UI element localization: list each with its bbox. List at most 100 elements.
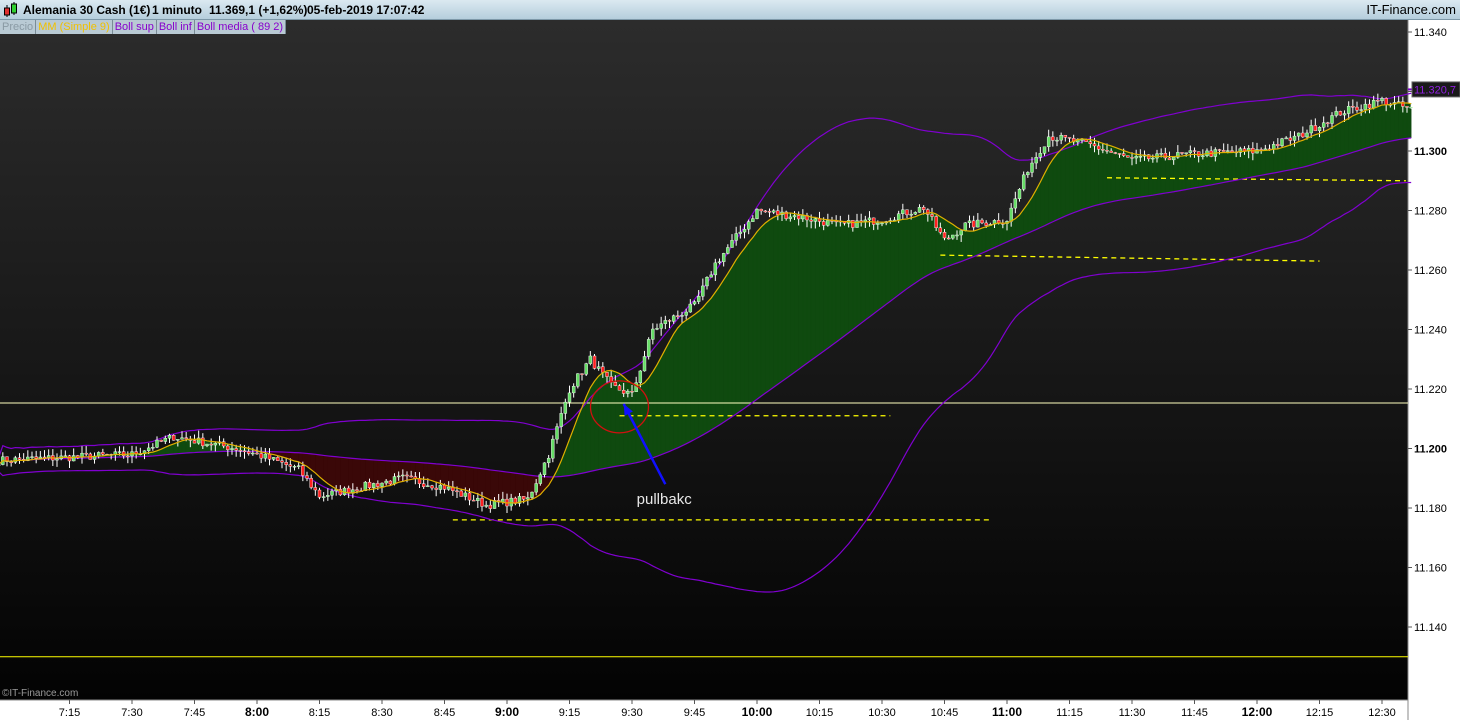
candle-body — [1134, 156, 1138, 159]
ma-media-fill-segment — [1373, 106, 1379, 147]
ma-media-fill-segment — [498, 470, 504, 503]
candle-body — [305, 475, 309, 479]
ma-media-fill-segment — [1106, 144, 1112, 203]
ma-media-fill-segment — [831, 220, 837, 346]
candle-body — [163, 438, 168, 442]
candle-body — [384, 480, 388, 484]
candle-body — [263, 453, 268, 459]
candle-body — [951, 234, 955, 239]
ma-media-fill-segment — [906, 217, 912, 290]
ma-media-fill-segment — [1156, 156, 1162, 195]
candle-body — [813, 218, 818, 222]
ma-media-fill-segment — [1160, 156, 1166, 195]
candle-body — [738, 231, 743, 234]
candle-body — [592, 355, 597, 369]
ma-media-fill-segment — [844, 221, 849, 337]
ma-media-fill-segment — [1260, 150, 1266, 176]
legend-boll-media[interactable]: Boll media ( 89 2) — [194, 20, 287, 34]
candle-body — [205, 443, 209, 447]
ma-media-fill-segment — [694, 310, 699, 440]
candle-body — [801, 215, 805, 220]
candle-body — [588, 355, 593, 364]
ma-media-fill-segment — [915, 214, 920, 284]
ma-media-fill-segment — [1077, 138, 1083, 212]
candle-body — [213, 442, 218, 446]
x-tick-label: 9:45 — [684, 707, 705, 719]
ma-media-fill-segment — [1065, 142, 1070, 217]
candle-body — [284, 462, 288, 465]
candle-body — [1196, 151, 1201, 157]
ma-media-fill-segment — [910, 216, 916, 287]
legend-price[interactable]: Precio — [0, 20, 37, 34]
candle-body — [1046, 136, 1051, 147]
candle-body — [126, 455, 130, 458]
ma-media-fill-segment — [1340, 120, 1345, 157]
ma-media-fill-segment — [890, 221, 895, 302]
legend-boll-sup[interactable]: Boll sup — [112, 20, 157, 34]
ma-media-fill-segment — [1148, 155, 1154, 197]
ma-media-fill-segment — [1377, 104, 1383, 145]
ma-media-fill-segment — [1298, 139, 1304, 169]
candle-body — [771, 210, 776, 213]
ma-media-fill-segment — [923, 212, 929, 278]
candle-body — [309, 478, 313, 488]
ma-media-fill-segment — [1277, 147, 1283, 173]
candle-body — [1296, 132, 1301, 137]
candle-body — [417, 478, 422, 484]
ma-media-fill-segment — [1044, 165, 1049, 227]
ma-media-fill-segment — [1165, 156, 1170, 194]
ma-media-fill-segment — [681, 319, 687, 447]
candle-body — [851, 220, 855, 228]
ma-media-fill-segment — [1306, 135, 1312, 167]
ma-media-fill-segment — [1190, 154, 1195, 190]
candle-body — [984, 222, 988, 226]
candle-body — [967, 220, 972, 224]
candle-body — [534, 483, 538, 493]
legend-boll-inf[interactable]: Boll inf — [156, 20, 195, 34]
candle-body — [1338, 111, 1343, 116]
candle-body — [401, 474, 405, 477]
ma-media-fill-segment — [431, 463, 437, 483]
candle-body — [1051, 136, 1055, 141]
current-price-label: 11.320,7 — [1408, 81, 1460, 98]
legend-ma[interactable]: MM (Simple 9) — [36, 20, 113, 34]
candle-body — [1367, 103, 1372, 109]
ma-media-fill-segment — [1240, 151, 1245, 180]
ma-media-fill-segment — [977, 227, 983, 256]
ma-media-fill-segment — [1219, 152, 1224, 184]
candle-body — [317, 489, 322, 498]
candle-body — [1276, 144, 1280, 146]
candle-body — [721, 253, 726, 262]
ma-media-fill-segment — [798, 214, 804, 370]
ma-media-fill-segment — [948, 221, 954, 267]
price-chart[interactable]: pullbakc11.34011.32011.30011.28011.26011… — [0, 0, 1460, 720]
candle-body — [1405, 106, 1409, 108]
candle-body — [1151, 157, 1155, 160]
candle-body — [292, 466, 297, 468]
candle-body — [330, 490, 334, 496]
ma-media-fill-segment — [702, 301, 708, 436]
candle-body — [680, 315, 684, 317]
candle-body — [1092, 143, 1097, 147]
ma-media-fill-segment — [419, 462, 424, 480]
candle-body — [209, 443, 213, 446]
candle-body — [538, 474, 543, 484]
candle-body — [796, 215, 801, 220]
ma-media-fill-segment — [1152, 156, 1158, 196]
candle-body — [17, 457, 22, 460]
ma-media-fill-segment — [969, 230, 974, 259]
y-tick-label: 11.140 — [1414, 622, 1447, 634]
candle-body — [63, 455, 68, 457]
candle-body — [763, 210, 768, 213]
candle-body — [101, 452, 105, 455]
x-tick-label: 11:15 — [1056, 707, 1083, 719]
candle-body — [446, 486, 451, 490]
candle-body — [746, 221, 751, 230]
candle-body — [1101, 149, 1105, 151]
ma-media-fill-segment — [490, 469, 495, 502]
ma-media-fill-segment — [669, 332, 674, 452]
ma-media-fill-segment — [677, 322, 683, 449]
ma-media-fill-segment — [1098, 141, 1104, 205]
ma-media-fill-segment — [894, 220, 899, 299]
candle-body — [46, 455, 51, 458]
